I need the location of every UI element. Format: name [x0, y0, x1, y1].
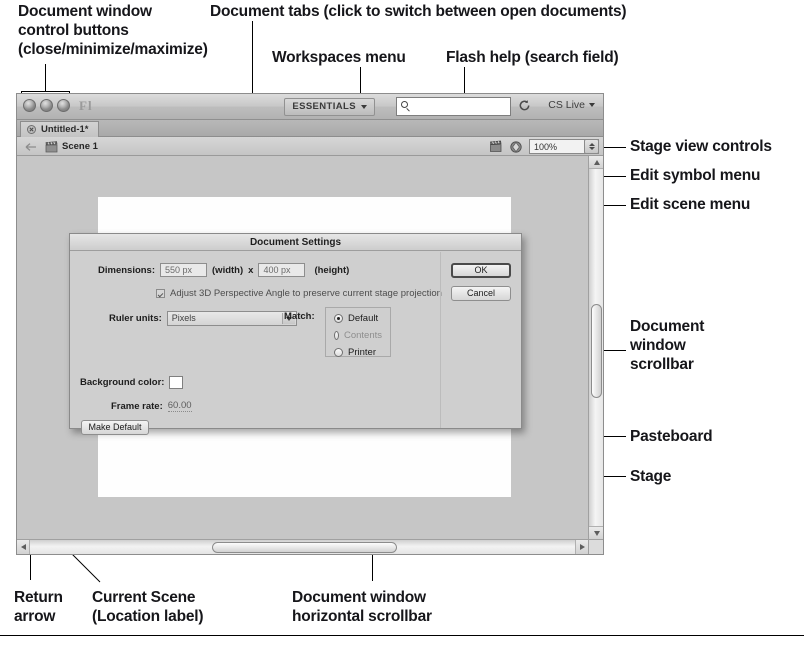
- scroll-right-button[interactable]: [575, 540, 588, 554]
- annotation-edit-symbol-menu: Edit symbol menu: [630, 167, 761, 184]
- height-suffix-label: (height): [314, 264, 350, 276]
- frame-rate-label: Frame rate:: [111, 400, 163, 412]
- scroll-left-button[interactable]: [17, 540, 30, 554]
- annotation-horizontal-scrollbar: Document window horizontal scrollbar: [292, 589, 432, 625]
- make-default-button[interactable]: Make Default: [81, 420, 149, 435]
- background-color-swatch[interactable]: [169, 376, 184, 389]
- annotation-doc-window-scrollbar: Document window scrollbar: [630, 318, 705, 373]
- current-scene-label[interactable]: Scene 1: [62, 141, 98, 152]
- times-label: x: [248, 264, 254, 276]
- match-label: Match:: [284, 311, 315, 322]
- zoom-stepper[interactable]: [584, 139, 599, 154]
- search-icon: [401, 101, 412, 112]
- app-title-bar: Fl ESSENTIALS CS Live: [17, 94, 603, 120]
- frame-rate-row: Frame rate: 60.00: [111, 400, 192, 412]
- ruler-units-select[interactable]: Pixels: [166, 311, 297, 326]
- annotation-pasteboard: Pasteboard: [630, 428, 713, 445]
- flash-logo: Fl: [79, 98, 93, 113]
- radio-default-label: Default: [348, 313, 379, 324]
- annotation-document-tabs: Document tabs (click to switch between o…: [210, 3, 627, 20]
- annotation-return-arrow: Return arrow: [14, 589, 63, 625]
- annotation-edit-scene-menu: Edit scene menu: [630, 196, 751, 213]
- dialog-button-column: OK Cancel: [440, 252, 521, 428]
- search-input[interactable]: [412, 100, 506, 113]
- figure-bottom-rule: [0, 635, 804, 636]
- match-radio-group: Default Contents Printer: [325, 307, 391, 358]
- close-button[interactable]: [23, 99, 36, 112]
- zoom-value: 100%: [534, 141, 558, 152]
- adjust-3d-label: Adjust 3D Perspective Angle to preserve …: [170, 288, 442, 299]
- window-control-buttons: [23, 99, 70, 112]
- document-tab-bar: Untitled-1*: [17, 120, 603, 137]
- cs-live-menu[interactable]: CS Live: [548, 99, 595, 111]
- document-window-horizontal-scrollbar[interactable]: [17, 539, 588, 554]
- screenshot-root: Document window control buttons (close/m…: [0, 0, 804, 646]
- chevron-down-icon: [589, 103, 595, 107]
- cs-live-label: CS Live: [548, 99, 585, 111]
- scrollbar-corner: [588, 539, 603, 554]
- document-tab-untitled-1[interactable]: Untitled-1*: [20, 121, 99, 137]
- workspaces-menu[interactable]: ESSENTIALS: [284, 98, 375, 116]
- radio-printer-label: Printer: [348, 347, 376, 358]
- radio-contents-label: Contents: [343, 330, 382, 341]
- refresh-icon[interactable]: [518, 99, 531, 112]
- document-window: Fl ESSENTIALS CS Live Untitled-1* Scene …: [16, 93, 604, 555]
- dimensions-label: Dimensions:: [98, 264, 156, 276]
- annotation-stage-view-controls: Stage view controls: [630, 138, 772, 155]
- document-settings-dialog: Document Settings Dimensions: 550 px (wi…: [69, 233, 522, 435]
- annotation-stage: Stage: [630, 468, 672, 485]
- edit-symbol-icon[interactable]: [509, 140, 523, 153]
- radio-default[interactable]: Default: [334, 313, 382, 324]
- width-suffix-label: (width): [212, 264, 244, 276]
- annotation-workspaces-menu: Workspaces menu: [272, 49, 406, 66]
- maximize-button[interactable]: [57, 99, 70, 112]
- dialog-body: Dimensions: 550 px (width) x 400 px (hei…: [70, 252, 521, 435]
- radio-contents[interactable]: Contents: [334, 330, 382, 341]
- radio-dot[interactable]: [334, 348, 343, 357]
- close-icon[interactable]: [27, 125, 36, 134]
- dimensions-row: Dimensions: 550 px (width) x 400 px (hei…: [98, 263, 349, 277]
- stage-view-controls: 100%: [489, 139, 599, 154]
- cancel-button[interactable]: Cancel: [451, 286, 511, 301]
- match-row: Match:: [284, 311, 315, 322]
- width-field[interactable]: 550 px: [160, 263, 208, 277]
- dialog-title: Document Settings: [70, 234, 521, 251]
- document-tab-label: Untitled-1*: [41, 124, 89, 135]
- ruler-units-value: Pixels: [171, 313, 196, 323]
- horizontal-scrollbar-thumb[interactable]: [212, 542, 397, 553]
- edit-scene-icon[interactable]: [489, 140, 503, 153]
- edit-bar: Scene 1 100%: [17, 137, 603, 156]
- clapperboard-icon: [45, 141, 58, 153]
- make-default-row: Make Default: [81, 420, 149, 435]
- adjust-3d-checkbox[interactable]: [156, 289, 165, 298]
- flash-help-search-field[interactable]: [396, 97, 511, 116]
- scroll-down-button[interactable]: [589, 526, 603, 539]
- frame-rate-value[interactable]: 60.00: [167, 400, 192, 412]
- height-field[interactable]: 400 px: [258, 263, 306, 277]
- leader-line: [45, 64, 46, 92]
- vertical-scrollbar-thumb[interactable]: [591, 304, 602, 398]
- radio-printer[interactable]: Printer: [334, 347, 382, 358]
- annotation-control-buttons: Document window control buttons (close/m…: [18, 3, 208, 58]
- workspaces-menu-label: ESSENTIALS: [292, 101, 356, 112]
- document-window-vertical-scrollbar[interactable]: [588, 156, 603, 539]
- ruler-units-row: Ruler units: Pixels: [109, 311, 297, 326]
- radio-dot[interactable]: [334, 314, 343, 323]
- adjust-3d-row[interactable]: Adjust 3D Perspective Angle to preserve …: [156, 288, 442, 299]
- background-color-label: Background color:: [80, 377, 165, 388]
- chevron-down-icon: [361, 105, 367, 109]
- scroll-up-button[interactable]: [589, 156, 603, 169]
- leader-line: [21, 91, 69, 92]
- radio-dot[interactable]: [334, 331, 339, 340]
- annotation-flash-help: Flash help (search field): [446, 49, 619, 66]
- annotation-current-scene: Current Scene (Location label): [92, 589, 204, 625]
- zoom-field[interactable]: 100%: [529, 139, 599, 154]
- ruler-units-label: Ruler units:: [109, 313, 162, 324]
- background-color-row: Background color:: [80, 376, 184, 389]
- minimize-button[interactable]: [40, 99, 53, 112]
- ok-button[interactable]: OK: [451, 263, 511, 278]
- back-arrow-icon[interactable]: [25, 142, 37, 152]
